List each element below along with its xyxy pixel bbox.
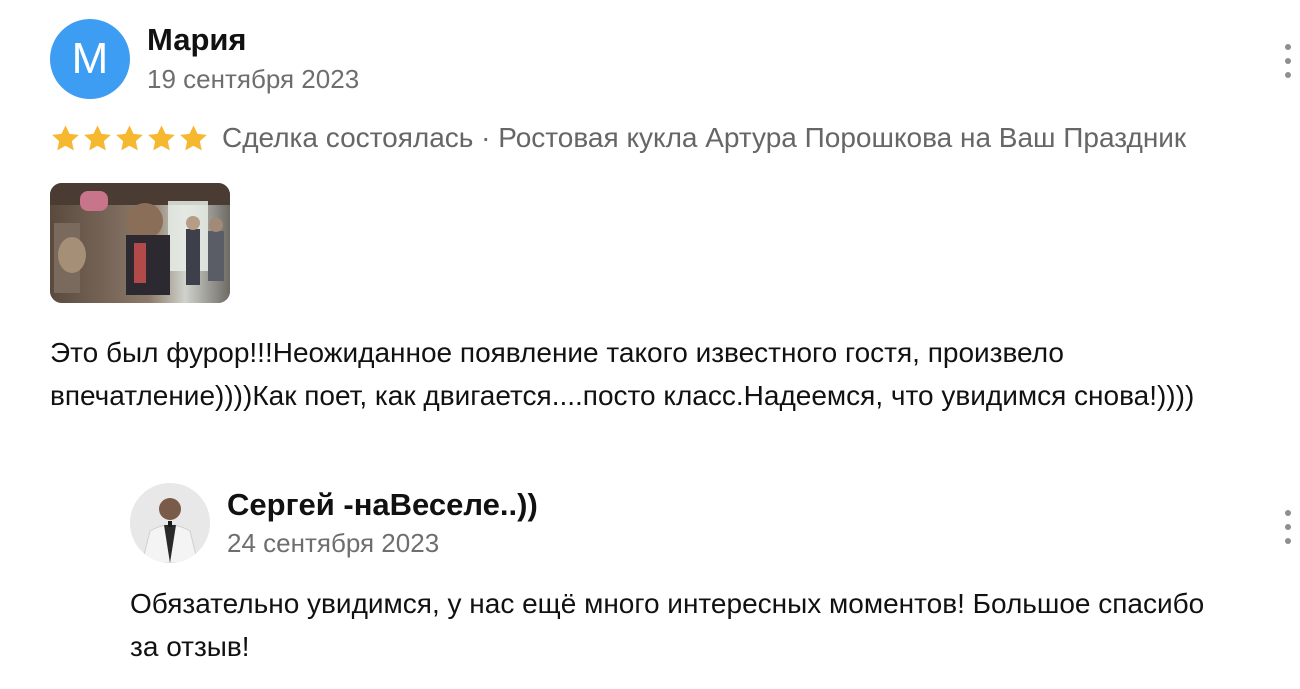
deal-status: Сделка состоялась · Ростовая кукла Артур… [222, 122, 1187, 153]
star-icon [180, 124, 207, 150]
reply-text: Обязательно увидимся, у нас ещё много ин… [130, 588, 1205, 662]
rating-row: Сделка состоялась · Ростовая кукла Артур… [50, 118, 1186, 158]
review-text: Это был фурор!!!Неожиданное появление та… [50, 337, 1195, 411]
more-options-button[interactable] [1280, 44, 1296, 78]
more-vertical-icon-dot [1285, 538, 1291, 544]
reply-avatar[interactable] [130, 483, 210, 563]
photo-image [50, 183, 230, 303]
review-photo[interactable] [50, 183, 230, 303]
reply-more-options-button[interactable] [1280, 510, 1296, 544]
star-rating [50, 123, 209, 154]
more-vertical-icon-dot [1285, 72, 1291, 78]
more-vertical-icon [1285, 44, 1291, 50]
avatar-letter: М [71, 34, 109, 83]
star-icon [84, 124, 111, 150]
more-vertical-icon-dot [1285, 524, 1291, 530]
review-date: 19 сентября 2023 [147, 64, 360, 94]
more-vertical-icon-dot [1285, 58, 1291, 64]
star-icon [148, 124, 175, 150]
reply-date: 24 сентября 2023 [227, 528, 440, 558]
reply-avatar-image [130, 483, 210, 563]
star-icon [116, 124, 143, 150]
review-author-name[interactable]: Мария [147, 22, 247, 58]
avatar[interactable]: М [50, 19, 130, 99]
star-icon [52, 124, 79, 150]
reply-author-name[interactable]: Сергей -наВеселе..)) [227, 487, 538, 523]
more-vertical-icon [1285, 510, 1291, 516]
